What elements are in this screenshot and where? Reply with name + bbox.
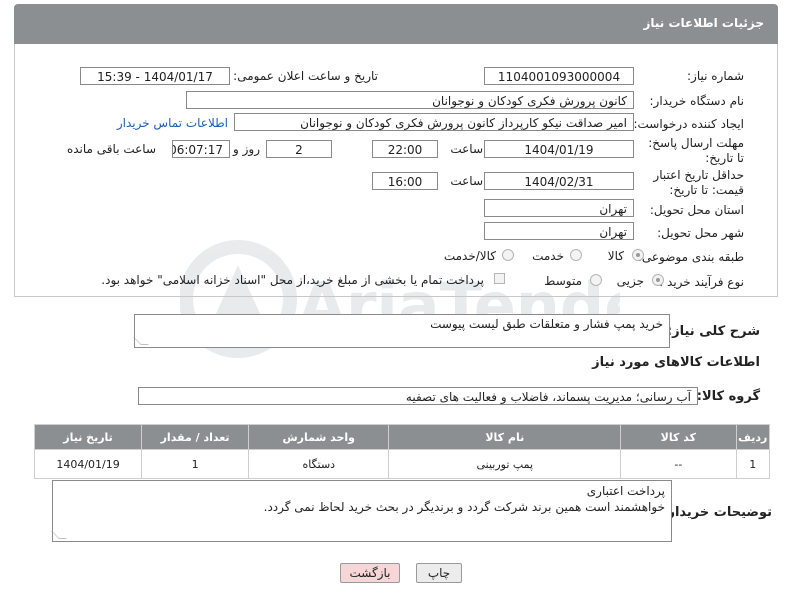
remaining-days-field: 2 bbox=[266, 140, 332, 158]
buyer-contact-link[interactable]: اطلاعات تماس خریدار bbox=[117, 116, 228, 130]
process-medium-label: متوسط bbox=[544, 274, 582, 288]
cell-unit: دستگاه bbox=[248, 449, 390, 479]
resize-grip-icon[interactable] bbox=[133, 337, 149, 345]
validity-time-field: 16:00 bbox=[372, 172, 438, 190]
buyer-org-field: کانون پرورش فکری کودکان و نوجوانان bbox=[186, 91, 634, 109]
process-type-label: نوع فرآیند خرید : bbox=[659, 275, 744, 289]
need-description-textarea[interactable]: خرید پمپ فشار و متعلقات طبق لیست پیوست bbox=[133, 314, 670, 348]
validity-time-label: ساعت bbox=[450, 174, 483, 188]
process-radio-minor[interactable] bbox=[652, 274, 664, 286]
category-goods-label: کالا bbox=[607, 249, 624, 263]
remaining-time-field: 06:07:17 bbox=[172, 140, 230, 158]
col-name: نام کالا bbox=[388, 424, 622, 450]
goods-table: ردیف کد کالا نام کالا واحد شمارش تعداد /… bbox=[33, 424, 771, 479]
cell-need-date: 1404/01/19 bbox=[33, 449, 143, 479]
process-radio-medium[interactable] bbox=[590, 274, 602, 286]
table-row: 1 -- پمپ توربینی دستگاه 1 1404/01/19 bbox=[33, 449, 771, 479]
need-number-label: شماره نیاز: bbox=[687, 69, 744, 83]
announce-date-label: تاریخ و ساعت اعلان عمومی: bbox=[233, 69, 378, 83]
treasury-checkbox[interactable] bbox=[494, 273, 505, 284]
category-label: طبقه بندی موضوعی: bbox=[637, 250, 744, 264]
buyer-notes-textarea[interactable]: پرداخت اعتباری خواهشمند است همین برند شر… bbox=[51, 480, 672, 542]
buyer-notes-line-1: پرداخت اعتباری bbox=[586, 484, 665, 498]
category-service-label: خدمت bbox=[532, 249, 564, 263]
deadline-label: مهلت ارسال پاسخ: تا تاریخ: bbox=[648, 136, 744, 165]
cell-name: پمپ توربینی bbox=[388, 449, 622, 479]
validity-date-field: 1404/02/31 bbox=[484, 172, 634, 190]
page-title: جزئیات اطلاعات نیاز bbox=[643, 16, 764, 30]
category-radio-service[interactable] bbox=[570, 249, 582, 261]
print-button[interactable]: چاپ bbox=[416, 563, 462, 583]
goods-section-title: اطلاعات کالاهای مورد نیاز bbox=[592, 355, 760, 370]
col-code: کد کالا bbox=[620, 424, 737, 450]
col-quantity: تعداد / مقدار bbox=[141, 424, 250, 450]
process-minor-label: جزیی bbox=[616, 274, 644, 288]
cell-row: 1 bbox=[735, 449, 771, 479]
col-row: ردیف bbox=[735, 424, 771, 450]
need-description-label: شرح کلی نیاز: bbox=[666, 324, 760, 339]
goods-table-header: ردیف کد کالا نام کالا واحد شمارش تعداد /… bbox=[33, 424, 771, 450]
creator-field: امیر صداقت نیکو کارپرداز کانون پرورش فکر… bbox=[234, 113, 634, 131]
days-label: روز و bbox=[233, 142, 260, 156]
page-header: جزئیات اطلاعات نیاز bbox=[14, 4, 778, 44]
category-goods-service-label: کالا/خدمت bbox=[443, 249, 496, 263]
category-radio-goods-service[interactable] bbox=[502, 249, 514, 261]
cell-quantity: 1 bbox=[141, 449, 250, 479]
cell-code: -- bbox=[620, 449, 737, 479]
province-label: استان محل تحویل: bbox=[649, 203, 744, 217]
validity-label: حداقل تاریخ اعتبار قیمت: تا تاریخ: bbox=[653, 168, 744, 197]
city-label: شهر محل تحویل: bbox=[657, 226, 744, 240]
buyer-notes-label: توضیحات خریدار: bbox=[662, 505, 772, 520]
buyer-org-label: نام دستگاه خریدار: bbox=[649, 94, 745, 108]
treasury-note: پرداخت تمام یا بخشی از مبلغ خرید،از محل … bbox=[101, 273, 484, 287]
category-radio-goods[interactable] bbox=[632, 249, 644, 261]
deadline-date-field: 1404/01/19 bbox=[484, 140, 634, 158]
creator-label: ایجاد کننده درخواست: bbox=[633, 117, 744, 131]
goods-group-field: آب رسانی؛ مدیریت پسماند، فاضلاب و فعالیت… bbox=[138, 387, 698, 405]
city-field: تهران bbox=[484, 222, 634, 240]
buyer-notes-line-2: خواهشمند است همین برند شرکت گردد و برندی… bbox=[263, 500, 665, 514]
need-number-field: 1104001093000004 bbox=[484, 67, 634, 85]
goods-group-label: گروه کالا: bbox=[696, 389, 760, 404]
back-button[interactable]: بازگشت bbox=[340, 563, 400, 583]
col-need-date: تاریخ نیاز bbox=[33, 424, 143, 450]
announce-date-field: 1404/01/17 - 15:39 bbox=[80, 67, 230, 85]
remaining-time-label: ساعت باقی مانده bbox=[66, 142, 156, 156]
col-unit: واحد شمارش bbox=[248, 424, 390, 450]
deadline-time-field: 22:00 bbox=[372, 140, 438, 158]
need-description-text: خرید پمپ فشار و متعلقات طبق لیست پیوست bbox=[430, 317, 663, 331]
deadline-time-label: ساعت bbox=[450, 142, 483, 156]
province-field: تهران bbox=[484, 199, 634, 217]
resize-grip-icon[interactable] bbox=[51, 531, 67, 539]
